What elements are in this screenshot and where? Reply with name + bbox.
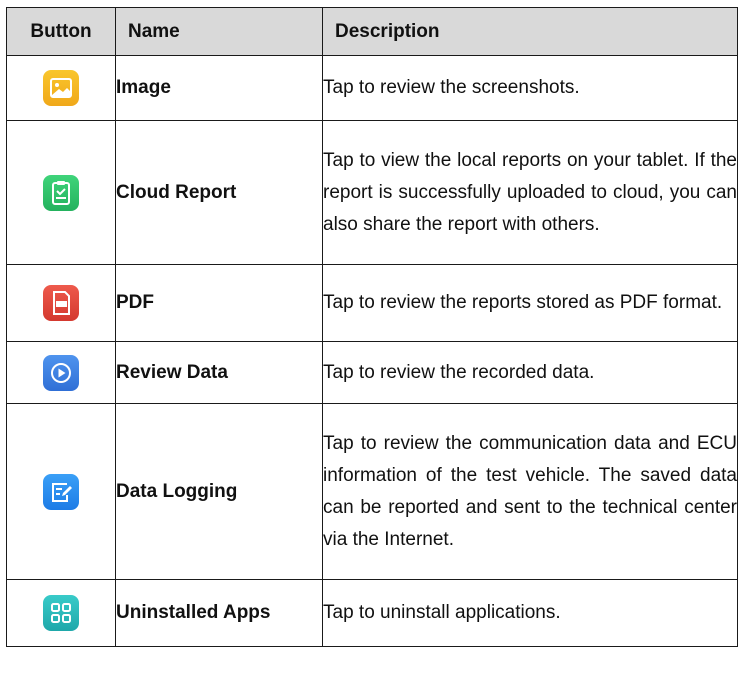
row-name: Uninstalled Apps (115, 579, 323, 647)
review-data-icon (43, 354, 79, 391)
icon-cell (6, 579, 116, 647)
table-row: Cloud Report Tap to view the local repor… (6, 120, 738, 265)
button-reference-table: Button Name Description Image Tap to rev… (6, 7, 738, 647)
table-header-row: Button Name Description (6, 7, 738, 56)
table-row: Uninstalled Apps Tap to uninstall applic… (6, 579, 738, 647)
row-name: PDF (115, 264, 323, 342)
icon-cell (6, 403, 116, 580)
table-row: Review Data Tap to review the recorded d… (6, 341, 738, 404)
row-description: Tap to review the recorded data. (322, 341, 738, 404)
table-row: PDF Tap to review the reports stored as … (6, 264, 738, 342)
row-description: Tap to view the local reports on your ta… (322, 120, 738, 265)
table-row: Data Logging Tap to review the communica… (6, 403, 738, 580)
row-name: Image (115, 55, 323, 121)
row-name: Cloud Report (115, 120, 323, 265)
row-description: Tap to review the communication data and… (322, 403, 738, 580)
header-name: Name (115, 7, 323, 56)
pdf-icon (43, 285, 79, 321)
row-description: Tap to review the reports stored as PDF … (322, 264, 738, 342)
header-button: Button (6, 7, 116, 56)
row-description: Tap to uninstall applications. (322, 579, 738, 647)
icon-cell (6, 264, 116, 342)
icon-cell (6, 55, 116, 121)
data-logging-icon (43, 473, 79, 510)
table-row: Image Tap to review the screenshots. (6, 55, 738, 121)
uninstalled-apps-icon (43, 595, 79, 631)
header-description: Description (322, 7, 738, 56)
icon-cell (6, 120, 116, 265)
row-name: Review Data (115, 341, 323, 404)
cloud-report-icon (43, 174, 79, 211)
image-icon (43, 70, 79, 106)
row-description: Tap to review the screenshots. (322, 55, 738, 121)
row-name: Data Logging (115, 403, 323, 580)
icon-cell (6, 341, 116, 404)
